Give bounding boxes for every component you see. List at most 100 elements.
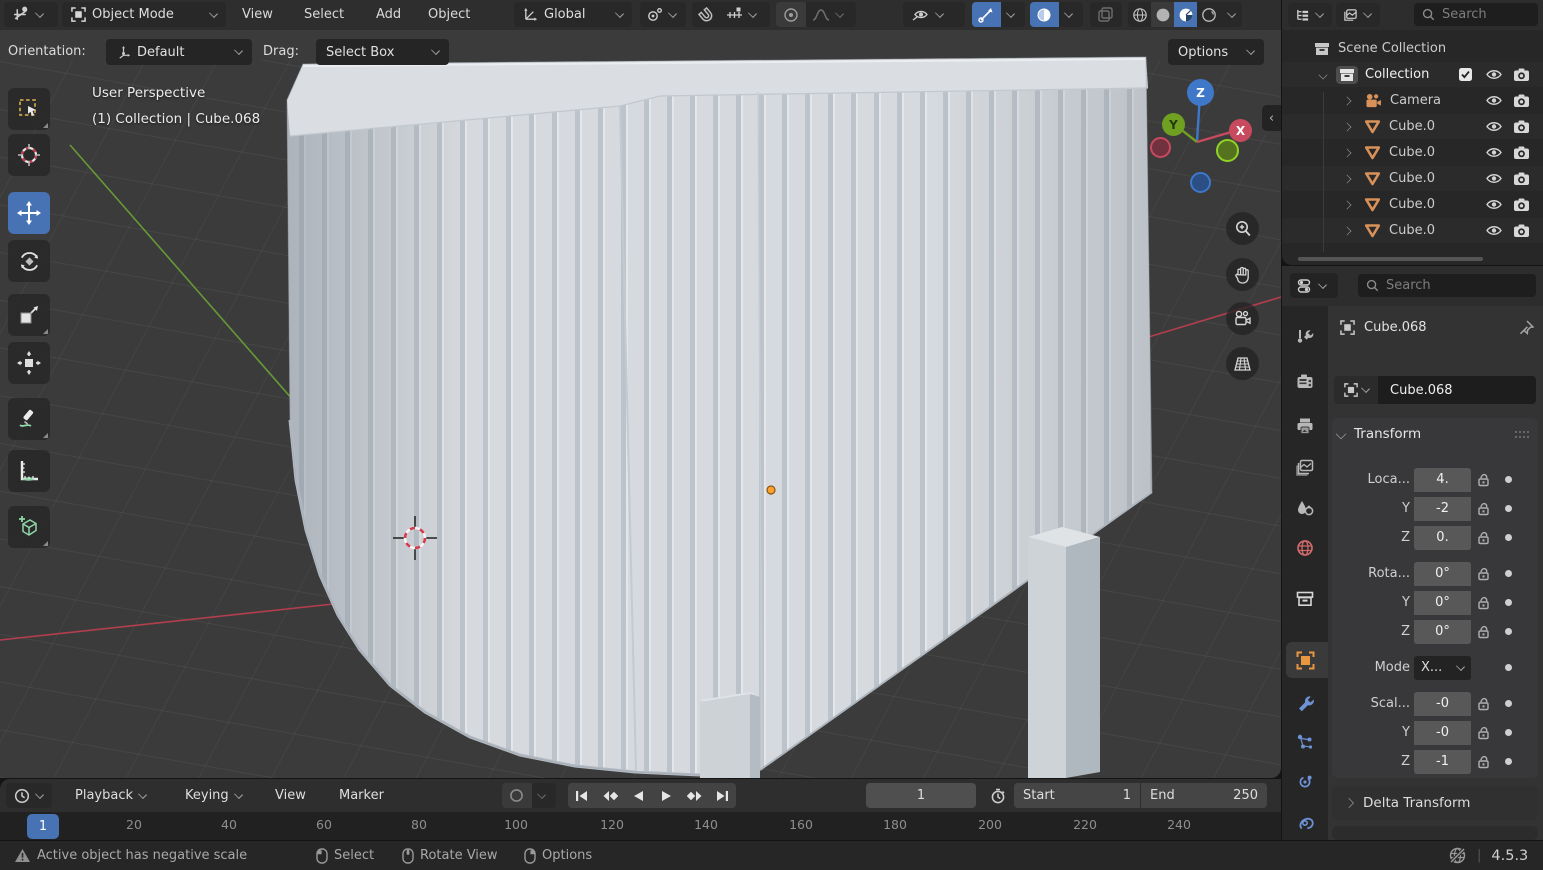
show-gizmo-toggle[interactable]: [972, 2, 1001, 27]
camera-view-button[interactable]: [1226, 302, 1259, 335]
lock-icon[interactable]: [1477, 750, 1493, 774]
auto-keying-dropdown[interactable]: [532, 783, 556, 808]
navigation-gizmo[interactable]: Z Y X: [1148, 72, 1260, 204]
play-reverse-button[interactable]: [624, 783, 652, 808]
animate-dot[interactable]: [1505, 628, 1512, 635]
shading-settings-dropdown[interactable]: [1220, 2, 1242, 27]
outliner-row-cube[interactable]: Cube.0: [1282, 166, 1543, 191]
outliner-editor-type-button[interactable]: [1288, 3, 1332, 27]
overlays-settings-dropdown[interactable]: [1059, 2, 1083, 27]
drag-dropdown[interactable]: Select Box: [316, 39, 449, 65]
animate-dot[interactable]: [1505, 758, 1512, 765]
gizmo-y-axis[interactable]: Y: [1162, 113, 1185, 136]
gizmo-x-axis[interactable]: X: [1229, 119, 1252, 142]
shading-wireframe-button[interactable]: [1128, 2, 1151, 27]
outliner-row-cube[interactable]: Cube.0: [1282, 192, 1543, 217]
scale-x-field[interactable]: -0: [1414, 692, 1471, 716]
menu-object[interactable]: Object: [418, 0, 480, 30]
tab-output[interactable]: [1295, 416, 1315, 436]
rotation-y-field[interactable]: 0°: [1414, 591, 1471, 615]
object-name-input[interactable]: Cube.068: [1378, 376, 1536, 404]
expand-arrow-icon[interactable]: [1343, 200, 1352, 209]
animate-dot[interactable]: [1505, 599, 1512, 606]
panel-drag-grip-icon[interactable]: [1514, 430, 1530, 440]
lock-icon[interactable]: [1477, 620, 1493, 644]
location-x-field[interactable]: 4.: [1414, 468, 1471, 492]
zoom-button[interactable]: [1226, 212, 1259, 245]
scale-z-field[interactable]: -1: [1414, 750, 1471, 774]
tool-measure[interactable]: [8, 450, 50, 492]
lock-icon[interactable]: [1477, 526, 1493, 550]
expand-arrow-icon[interactable]: [1343, 96, 1352, 105]
animate-dot[interactable]: [1505, 700, 1512, 707]
frame-end-field[interactable]: End 250: [1141, 783, 1267, 808]
render-camera-icon[interactable]: [1513, 120, 1530, 134]
shading-material-button[interactable]: [1174, 2, 1197, 27]
current-frame-field[interactable]: 1: [866, 783, 976, 808]
id-type-dropdown[interactable]: [1334, 376, 1378, 404]
timeline-view-menu[interactable]: View: [266, 783, 316, 808]
eye-icon[interactable]: [1485, 146, 1503, 159]
prev-keyframe-button[interactable]: [596, 783, 624, 808]
gizmo-settings-dropdown[interactable]: [1001, 2, 1025, 27]
eye-icon[interactable]: [1485, 120, 1503, 133]
sidebar-collapse-tab[interactable]: ‹: [1262, 105, 1281, 131]
eye-icon[interactable]: [1485, 172, 1503, 185]
tool-annotate[interactable]: [8, 398, 50, 440]
render-camera-icon[interactable]: [1513, 146, 1530, 160]
jump-to-start-button[interactable]: [568, 783, 596, 808]
menu-select[interactable]: Select: [294, 0, 354, 30]
object-origin-dot[interactable]: [767, 486, 775, 494]
outliner-row-camera[interactable]: Camera: [1282, 88, 1543, 113]
viewport-3d[interactable]: Orientation: Default Drag: Select Box Op…: [0, 30, 1281, 778]
tab-render[interactable]: [1295, 372, 1315, 392]
delta-transform-panel[interactable]: Delta Transform: [1332, 786, 1538, 820]
rotation-z-field[interactable]: 0°: [1414, 620, 1471, 644]
playhead-current-frame[interactable]: 1: [27, 814, 59, 839]
use-preview-range-toggle[interactable]: [984, 783, 1012, 808]
show-overlays-toggle[interactable]: [1030, 2, 1059, 27]
play-button[interactable]: [652, 783, 680, 808]
snap-toggle[interactable]: [692, 2, 720, 27]
lock-icon[interactable]: [1477, 562, 1493, 586]
outliner-row-collection[interactable]: Collection: [1282, 62, 1543, 87]
eye-icon[interactable]: [1485, 224, 1503, 237]
lock-icon[interactable]: [1477, 692, 1493, 716]
outliner-row-cube[interactable]: Cube.0: [1282, 114, 1543, 139]
menu-view[interactable]: View: [232, 0, 283, 30]
breadcrumb-object-name[interactable]: Cube.068: [1364, 320, 1427, 335]
playback-menu[interactable]: Playback: [66, 783, 170, 808]
gizmo-x-neg-axis[interactable]: [1150, 137, 1171, 158]
horizontal-scrollbar[interactable]: [1298, 257, 1483, 261]
render-camera-icon[interactable]: [1513, 172, 1530, 186]
mode-dropdown[interactable]: Object Mode: [62, 2, 226, 27]
animate-dot[interactable]: [1505, 570, 1512, 577]
pan-button[interactable]: [1226, 258, 1259, 291]
tool-rotate[interactable]: [8, 240, 50, 282]
auto-keying-toggle[interactable]: [502, 783, 532, 808]
animate-dot[interactable]: [1505, 476, 1512, 483]
proportional-editing-toggle[interactable]: [776, 2, 806, 27]
tool-select-box[interactable]: [8, 88, 50, 130]
outliner-row-cube[interactable]: Cube.0: [1282, 140, 1543, 165]
rotation-x-field[interactable]: 0°: [1414, 562, 1471, 586]
gizmo-y-neg-axis[interactable]: [1216, 139, 1239, 162]
expand-arrow-icon[interactable]: [1343, 148, 1352, 157]
next-keyframe-button[interactable]: [680, 783, 708, 808]
tab-constraints[interactable]: [1295, 812, 1315, 832]
proportional-falloff-dropdown[interactable]: [806, 2, 856, 27]
marker-menu[interactable]: Marker: [330, 783, 394, 808]
lock-icon[interactable]: [1477, 591, 1493, 615]
transform-panel-header[interactable]: Transform: [1336, 426, 1421, 442]
scale-y-field[interactable]: -0: [1414, 721, 1471, 745]
options-dropdown[interactable]: Options: [1168, 39, 1264, 65]
menu-add[interactable]: Add: [366, 0, 411, 30]
model-cube-068[interactable]: [287, 57, 1157, 778]
eye-icon[interactable]: [1485, 198, 1503, 211]
orientation-dropdown[interactable]: Default: [106, 39, 252, 65]
tool-move[interactable]: [8, 192, 50, 234]
jump-to-end-button[interactable]: [708, 783, 736, 808]
checkbox-icon[interactable]: [1458, 67, 1473, 82]
animate-dot[interactable]: [1505, 729, 1512, 736]
tab-tool[interactable]: [1295, 326, 1315, 346]
